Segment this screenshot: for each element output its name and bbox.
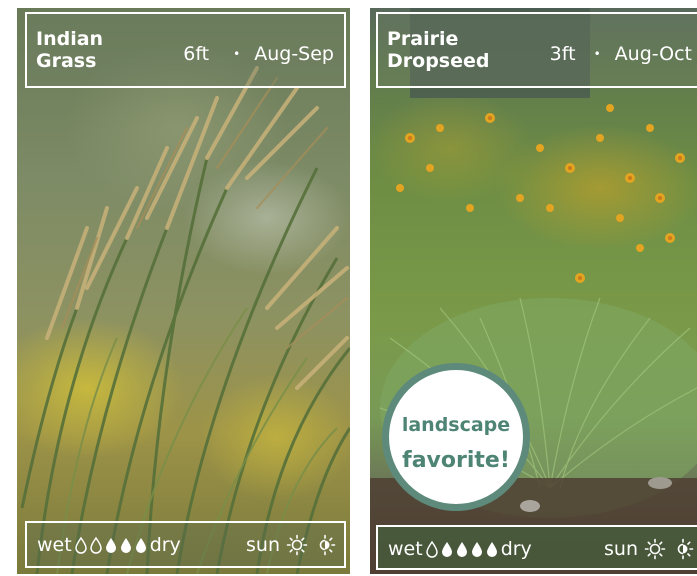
wet-label: wet bbox=[388, 538, 423, 560]
indian-grass-photo bbox=[17, 8, 350, 574]
plant-card-prairie-dropseed: Prairie Dropseed 3ft • Aug-Oct landscape f… bbox=[370, 8, 697, 574]
plant-name-line2: Grass bbox=[36, 50, 97, 72]
water-drop-outline-icon bbox=[425, 540, 438, 558]
plant-name: Prairie Dropseed bbox=[387, 28, 489, 72]
part-sun-icon bbox=[319, 534, 336, 556]
plant-height: 3ft bbox=[549, 43, 576, 65]
full-sun-icon bbox=[286, 534, 308, 556]
bloom-time: Aug-Oct bbox=[614, 43, 692, 65]
moisture-scale bbox=[74, 536, 148, 554]
water-drop-filled-icon bbox=[441, 542, 452, 557]
plant-title-box: Indian Grass 6ft • Aug-Sep bbox=[25, 12, 346, 88]
moisture-scale bbox=[425, 540, 499, 558]
water-drop-filled-icon bbox=[471, 542, 482, 557]
water-drop-outline-icon bbox=[74, 536, 87, 554]
plant-meta: 6ft • Aug-Sep bbox=[183, 43, 334, 65]
bloom-time: Aug-Sep bbox=[254, 43, 334, 65]
sun-label: sun bbox=[246, 534, 280, 556]
plant-card-indian-grass: Indian Grass 6ft • Aug-Sep wet dry sun bbox=[17, 8, 350, 574]
separator-dot: • bbox=[593, 47, 601, 61]
plant-title-box: Prairie Dropseed 3ft • Aug-Oct bbox=[376, 12, 697, 88]
water-drop-filled-icon bbox=[135, 538, 146, 553]
part-sun-icon bbox=[677, 538, 694, 560]
conditions-bar: wet dry sun bbox=[376, 525, 697, 570]
full-sun-icon bbox=[644, 538, 666, 560]
badge-line2: favorite! bbox=[402, 448, 510, 473]
water-drop-outline-icon bbox=[89, 536, 102, 554]
water-drop-filled-icon bbox=[120, 538, 131, 553]
badge-line1: landscape bbox=[401, 414, 511, 436]
water-drop-filled-icon bbox=[105, 538, 116, 553]
conditions-bar: wet dry sun bbox=[25, 521, 346, 568]
separator-dot: • bbox=[233, 47, 241, 61]
water-drop-filled-icon bbox=[486, 542, 497, 557]
plant-name-line2: Dropseed bbox=[387, 50, 490, 72]
water-drop-filled-icon bbox=[456, 542, 467, 557]
sun-label: sun bbox=[604, 538, 638, 560]
plant-height: 6ft bbox=[183, 43, 210, 65]
plant-name-line1: Indian bbox=[36, 28, 104, 50]
wet-label: wet bbox=[37, 534, 72, 556]
dry-label: dry bbox=[149, 534, 181, 556]
plant-name: Indian Grass bbox=[36, 28, 103, 72]
dry-label: dry bbox=[500, 538, 532, 560]
plant-name-line1: Prairie bbox=[387, 28, 459, 50]
plant-meta: 3ft • Aug-Oct bbox=[550, 43, 692, 65]
landscape-favorite-badge: landscape favorite! bbox=[382, 363, 530, 511]
